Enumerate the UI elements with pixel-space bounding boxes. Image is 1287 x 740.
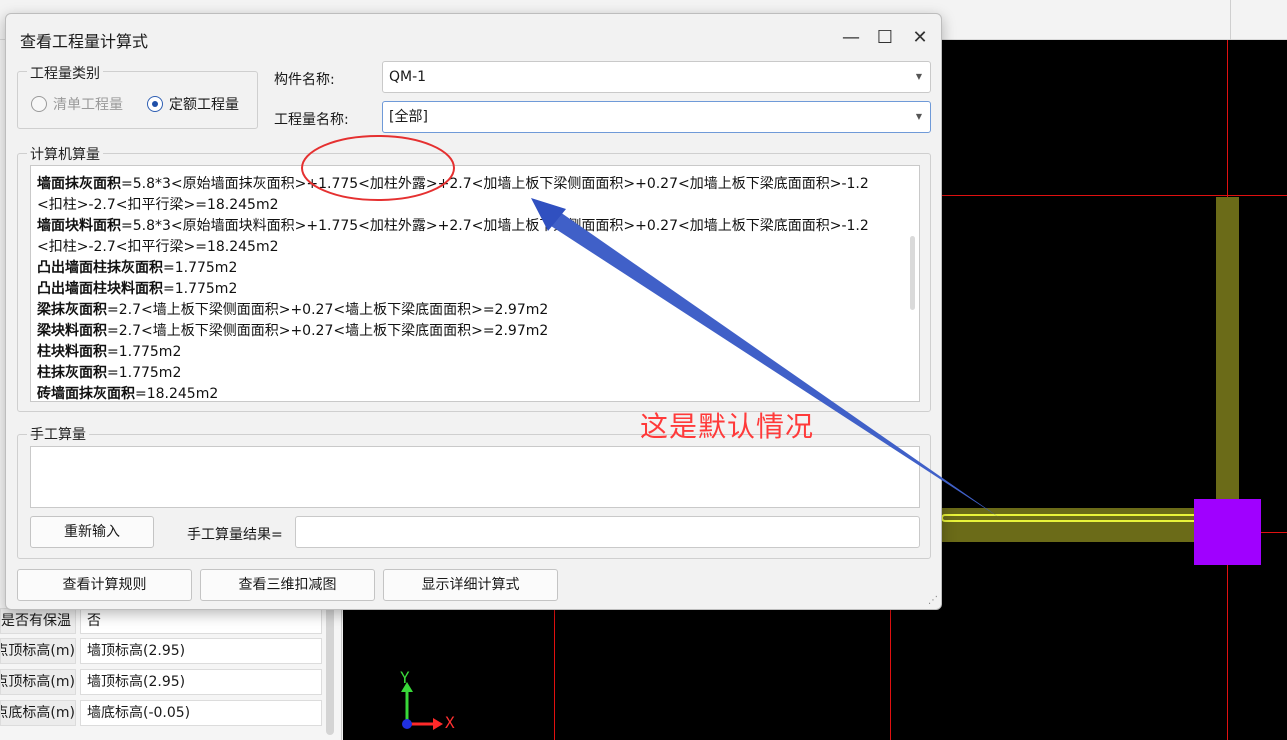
component-name-select[interactable]: QM-1 ▼ xyxy=(382,61,931,93)
property-name: 起点顶标高(m) xyxy=(0,638,76,664)
calc-line: 凸出墙面柱抹灰面积=1.775m2 xyxy=(37,260,238,276)
component-name-label: 构件名称: xyxy=(274,72,335,88)
calc-line: 柱块料面积=1.775m2 xyxy=(37,344,182,360)
maximize-button[interactable]: ☐ xyxy=(873,26,897,50)
chevron-down-icon: ▼ xyxy=(915,72,922,81)
quantity-formula-dialog: 查看工程量计算式 — ☐ ✕ 工程量类别 清单工程量 定额工程量 构件名称: Q… xyxy=(5,13,942,610)
properties-scrollbar[interactable] xyxy=(326,605,334,735)
show-detail-formula-button[interactable]: 显示详细计算式 xyxy=(383,569,558,601)
column[interactable] xyxy=(1194,499,1261,565)
calc-lines: 墙面抹灰面积=5.8*3<原始墙面抹灰面积>+1.775<加柱外露>+2.7<加… xyxy=(37,174,897,402)
property-value[interactable]: 墙底标高(-0.05) xyxy=(80,700,322,726)
quantity-name-label: 工程量名称: xyxy=(274,112,349,128)
manual-result-input[interactable] xyxy=(295,516,920,548)
calc-line: <扣柱>-2.7<扣平行梁>=18.245m2 xyxy=(37,239,279,255)
calc-line: 墙面抹灰面积=5.8*3<原始墙面抹灰面积>+1.775<加柱外露>+2.7<加… xyxy=(37,176,869,192)
manual-calc-title: 手工算量 xyxy=(27,424,89,444)
quantity-name-select[interactable]: [全部] ▼ xyxy=(382,101,931,133)
annotation-text: 这是默认情况 xyxy=(640,410,815,443)
calc-scrollbar[interactable] xyxy=(910,236,915,310)
calc-line: 墙面块料面积=5.8*3<原始墙面块料面积>+1.775<加柱外露>+2.7<加… xyxy=(37,218,869,234)
component-name-value: QM-1 xyxy=(389,69,427,85)
quantity-name-value: [全部] xyxy=(389,109,428,125)
computer-calc-title: 计算机算量 xyxy=(27,144,103,164)
wall-vertical[interactable] xyxy=(1216,197,1239,503)
property-value[interactable]: 否 xyxy=(80,608,322,634)
property-value[interactable]: 墙顶标高(2.95) xyxy=(80,638,322,664)
calc-line: 梁块料面积=2.7<墙上板下梁侧面面积>+0.27<墙上板下梁底面面积>=2.9… xyxy=(37,323,549,339)
computer-calc-textarea[interactable]: 墙面抹灰面积=5.8*3<原始墙面抹灰面积>+1.775<加柱外露>+2.7<加… xyxy=(30,165,920,402)
resize-grip-icon[interactable]: ⋰ xyxy=(928,595,938,606)
axis-indicator-icon xyxy=(401,682,443,730)
property-name: 起点底标高(m) xyxy=(0,700,76,726)
radio-bill-quantity[interactable]: 清单工程量 xyxy=(31,94,123,113)
grid-line-vertical xyxy=(890,600,891,740)
axis-x-label: X xyxy=(445,713,455,732)
radio-circle-icon xyxy=(147,96,163,112)
radio-circle-icon xyxy=(31,96,47,112)
close-button[interactable]: ✕ xyxy=(908,26,932,50)
radio-label: 清单工程量 xyxy=(53,97,123,113)
radio-quota-quantity[interactable]: 定额工程量 xyxy=(147,94,239,113)
property-name: 是否有保温 xyxy=(0,608,76,634)
chevron-down-icon: ▼ xyxy=(915,112,922,121)
calc-line: <扣柱>-2.7<扣平行梁>=18.245m2 xyxy=(37,197,279,213)
calc-line: 柱抹灰面积=1.775m2 xyxy=(37,365,182,381)
calc-line: 凸出墙面柱块料面积=1.775m2 xyxy=(37,281,238,297)
manual-calc-textarea[interactable] xyxy=(30,446,920,508)
dialog-title: 查看工程量计算式 xyxy=(20,32,149,51)
manual-result-label: 手工算量结果= xyxy=(187,527,283,543)
property-name: 终点顶标高(m) xyxy=(0,669,76,695)
selected-wall-outline[interactable] xyxy=(941,514,1229,522)
property-row[interactable]: 起点顶标高(m) 墙顶标高(2.95) xyxy=(0,638,322,664)
grid-line-vertical xyxy=(554,600,555,740)
radio-label: 定额工程量 xyxy=(169,97,239,113)
property-value[interactable]: 墙顶标高(2.95) xyxy=(80,669,322,695)
view-3d-deduction-button[interactable]: 查看三维扣减图 xyxy=(200,569,375,601)
axis-y-label: Y xyxy=(400,668,410,687)
reenter-button[interactable]: 重新输入 xyxy=(30,516,154,548)
calc-line: 砖墙面抹灰面积=18.245m2 xyxy=(37,386,219,402)
quantity-category-title: 工程量类别 xyxy=(27,63,103,83)
property-row[interactable]: 起点底标高(m) 墙底标高(-0.05) xyxy=(0,700,322,726)
view-calc-rules-button[interactable]: 查看计算规则 xyxy=(17,569,192,601)
calc-line: 梁抹灰面积=2.7<墙上板下梁侧面面积>+0.27<墙上板下梁底面面积>=2.9… xyxy=(37,302,549,318)
toolbar-divider xyxy=(1230,0,1231,40)
property-row[interactable]: 终点顶标高(m) 墙顶标高(2.95) xyxy=(0,669,322,695)
property-row[interactable]: 是否有保温 否 xyxy=(0,608,322,634)
minimize-button[interactable]: — xyxy=(839,26,863,50)
